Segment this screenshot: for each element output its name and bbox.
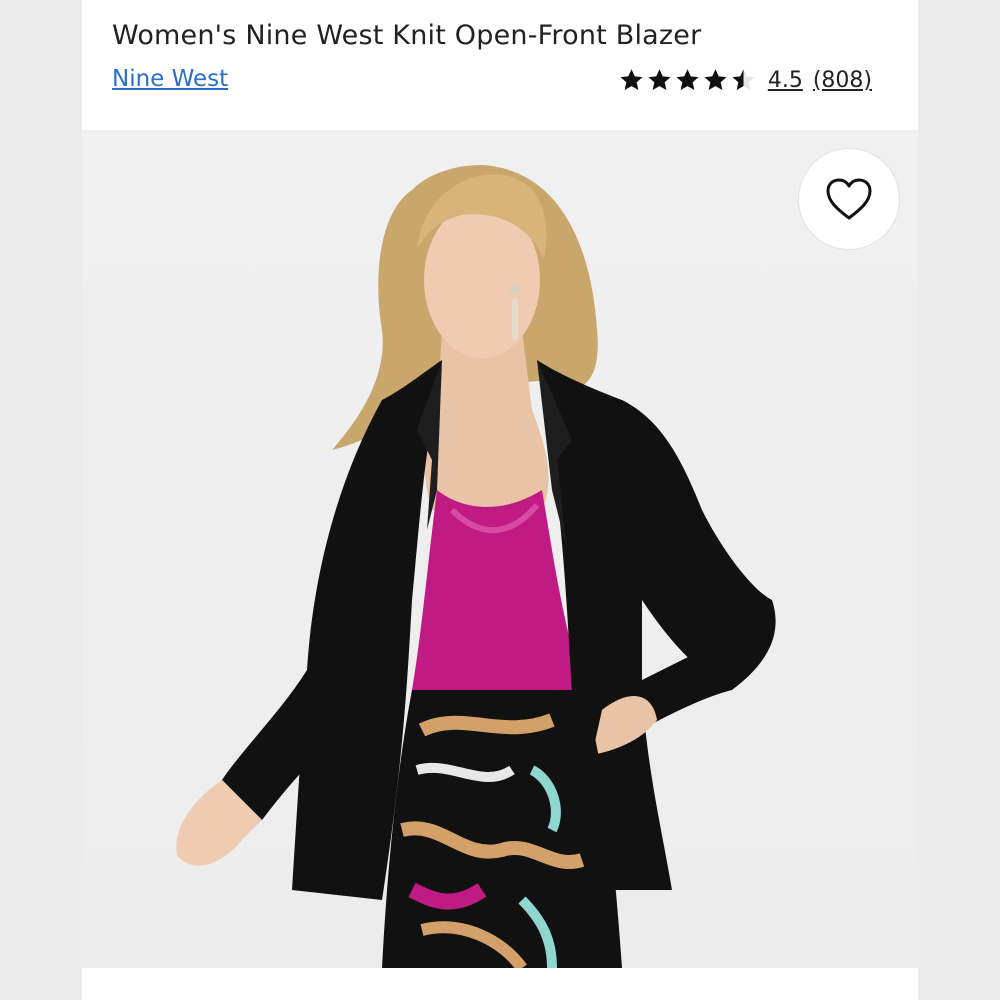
heart-outline-icon bbox=[826, 178, 872, 220]
star-full-icon bbox=[676, 68, 699, 90]
star-half-icon bbox=[732, 68, 755, 90]
brand-link[interactable]: Nine West bbox=[112, 66, 228, 92]
product-header: Women's Nine West Knit Open-Front Blazer… bbox=[82, 0, 918, 130]
rating-stars bbox=[618, 67, 758, 94]
product-rating[interactable]: 4.5 (808) bbox=[618, 62, 872, 98]
favorite-button[interactable] bbox=[798, 148, 900, 250]
star-full-icon bbox=[620, 68, 643, 90]
product-card: Women's Nine West Knit Open-Front Blazer… bbox=[82, 0, 918, 1000]
review-count-link[interactable]: (808) bbox=[813, 68, 872, 93]
star-full-icon bbox=[648, 68, 671, 90]
product-title: Women's Nine West Knit Open-Front Blazer bbox=[112, 20, 702, 51]
product-image[interactable] bbox=[82, 130, 918, 968]
star-full-icon bbox=[704, 68, 727, 90]
rating-value[interactable]: 4.5 bbox=[768, 68, 803, 93]
model-wearing-black-blazer-icon bbox=[176, 165, 776, 968]
